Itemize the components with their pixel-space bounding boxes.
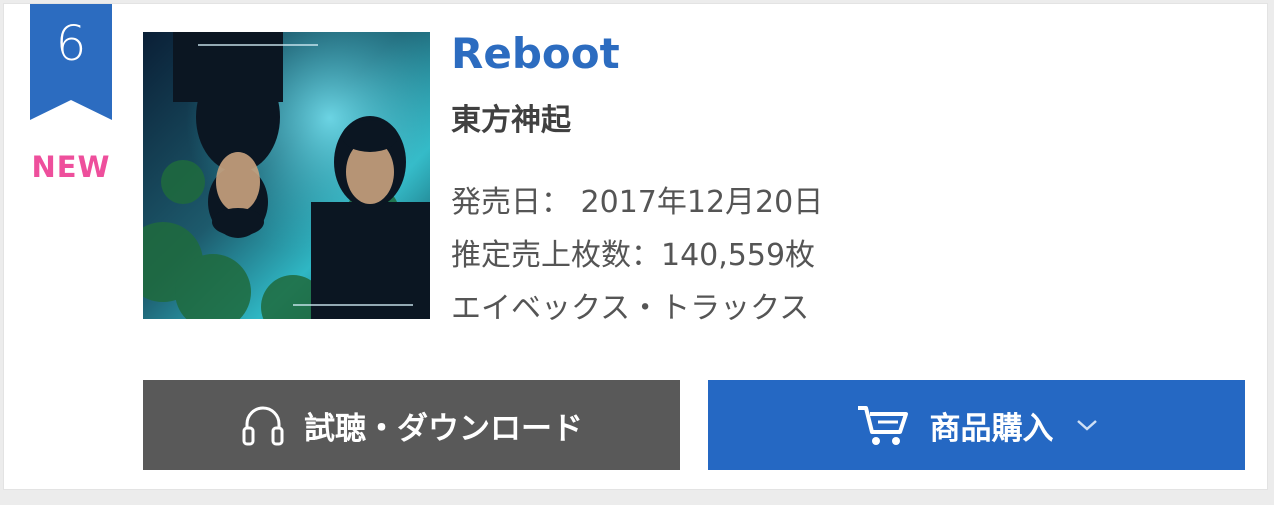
ranking-card: 6 NEW Reboot 東方神起 発売日： 2017年12月20日 推定売上枚… [3,3,1268,490]
new-badge: NEW [31,150,111,184]
listen-download-label: 試聴・ダウンロード [304,410,583,447]
purchase-button[interactable]: 商品購入 [708,380,1245,470]
item-title[interactable]: Reboot [451,28,1231,80]
item-info: Reboot 東方神起 発売日： 2017年12月20日 推定売上枚数：140,… [451,28,1231,335]
item-meta: 発売日： 2017年12月20日 推定売上枚数：140,559枚 エイベックス・… [451,176,1231,335]
estimated-sales: 推定売上枚数：140,559枚 [451,238,816,273]
artist-name[interactable]: 東方神起 [451,102,1231,140]
headphones-icon [240,402,286,448]
record-label: エイベックス・トラックス [451,291,810,326]
shopping-cart-icon [856,402,912,448]
chevron-down-icon [1076,418,1098,432]
release-date: 発売日： 2017年12月20日 [451,185,824,220]
purchase-label: 商品購入 [929,410,1054,447]
album-jacket-image[interactable] [143,32,430,319]
rank-number: 6 [55,16,87,72]
rank-ribbon: 6 [30,4,112,120]
listen-download-button[interactable]: 試聴・ダウンロード [143,380,680,470]
